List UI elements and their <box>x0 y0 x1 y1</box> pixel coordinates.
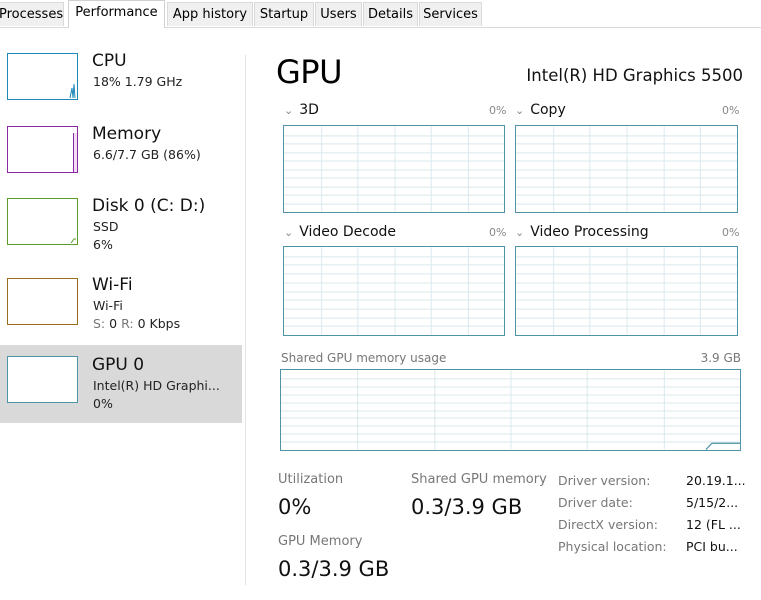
driver-date-value: 5/15/2... <box>686 495 739 510</box>
shared-memory-graph-label: Shared GPU memory usage <box>281 351 447 365</box>
chevron-down-icon: ⌄ <box>515 104 525 117</box>
tab-details[interactable]: Details <box>363 2 418 26</box>
memory-mini-graph <box>7 126 78 173</box>
sidebar-item-detail: SSD <box>93 219 119 234</box>
sidebar-item-title: Disk 0 (C: D:) <box>92 196 206 216</box>
shared-memory-graph-max: 3.9 GB <box>700 351 741 365</box>
sidebar-item-gpu[interactable]: GPU 0 Intel(R) HD Graphi... 0% <box>0 345 242 423</box>
physical-location-value: PCI bu... <box>686 539 738 554</box>
sidebar-item-usage: 6% <box>93 237 113 252</box>
sidebar-divider <box>245 55 246 585</box>
sidebar-item-wifi[interactable]: Wi-Fi Wi-Fi S: 0 R: 0 Kbps <box>0 267 242 345</box>
graph-grid <box>516 126 737 212</box>
sidebar-item-memory[interactable]: Memory 6.6/7.7 GB (86%) <box>0 115 242 193</box>
shared-memory-graph <box>280 369 741 451</box>
sidebar-item-title: Wi-Fi <box>92 275 133 295</box>
engine-percent: 0% <box>489 226 507 239</box>
graph-grid <box>284 247 504 335</box>
receive-label: R: <box>121 316 134 331</box>
engine-graph-video-processing <box>515 246 738 336</box>
engine-selector-video-processing[interactable]: ⌄ Video Processing <box>515 224 649 240</box>
physical-location-label: Physical location: <box>558 539 667 554</box>
shared-memory-value: 0.3/3.9 GB <box>411 495 523 519</box>
disk-mini-graph-line <box>70 238 76 243</box>
tab-processes[interactable]: Processes <box>0 2 64 26</box>
driver-date-label: Driver date: <box>558 495 633 510</box>
sidebar-item-disk[interactable]: Disk 0 (C: D:) SSD 6% <box>0 188 242 266</box>
tab-app-history[interactable]: App history <box>167 2 253 26</box>
disk-mini-graph <box>7 198 78 245</box>
engine-selector-copy[interactable]: ⌄ Copy <box>515 102 566 118</box>
receive-value: 0 Kbps <box>137 316 181 331</box>
tab-bar: Processes Performance App history Startu… <box>0 0 761 28</box>
chevron-down-icon: ⌄ <box>284 226 294 239</box>
chevron-down-icon: ⌄ <box>284 104 294 117</box>
send-value: 0 <box>109 316 118 331</box>
gpu-model-name: Intel(R) HD Graphics 5500 <box>526 66 743 85</box>
graph-grid <box>284 126 504 212</box>
gpu-mini-graph <box>7 356 78 403</box>
tab-startup[interactable]: Startup <box>254 2 314 26</box>
engine-graph-3d <box>283 125 505 213</box>
engine-label: Video Decode <box>299 224 397 240</box>
sidebar-item-usage: 0% <box>93 396 113 411</box>
engine-percent: 0% <box>722 226 740 239</box>
graph-grid <box>516 247 737 335</box>
sidebar-item-title: Memory <box>92 124 162 144</box>
gpu-memory-label: GPU Memory <box>278 534 363 549</box>
sidebar-item-detail: Wi-Fi <box>93 298 123 313</box>
sidebar-item-title: GPU 0 <box>92 355 145 375</box>
sidebar-item-throughput: S: 0 R: 0 Kbps <box>93 316 180 331</box>
directx-version-value: 12 (FL ... <box>686 517 741 532</box>
sidebar-item-detail: 6.6/7.7 GB (86%) <box>93 147 201 162</box>
cpu-mini-graph <box>7 53 78 100</box>
engine-label: Copy <box>530 102 566 118</box>
shared-memory-usage-polyline <box>705 442 740 450</box>
chevron-down-icon: ⌄ <box>515 226 525 239</box>
gpu-memory-value: 0.3/3.9 GB <box>278 557 390 581</box>
resource-sidebar: CPU 18% 1.79 GHz Memory 6.6/7.7 GB (86%)… <box>0 28 245 600</box>
driver-version-value: 20.19.1... <box>686 473 746 488</box>
page-title: GPU <box>276 53 343 91</box>
engine-selector-3d[interactable]: ⌄ 3D <box>284 102 319 118</box>
memory-mini-graph-fill <box>73 133 77 172</box>
tab-users[interactable]: Users <box>315 2 362 26</box>
engine-label: Video Processing <box>530 224 649 240</box>
utilization-value: 0% <box>278 495 312 519</box>
engine-selector-video-decode[interactable]: ⌄ Video Decode <box>284 224 396 240</box>
sidebar-item-title: CPU <box>92 51 127 71</box>
send-label: S: <box>93 316 106 331</box>
engine-graph-video-decode <box>283 246 505 336</box>
engine-graph-copy <box>515 125 738 213</box>
engine-percent: 0% <box>489 104 507 117</box>
utilization-label: Utilization <box>278 472 344 487</box>
tab-services[interactable]: Services <box>419 2 482 26</box>
cpu-mini-graph-line <box>69 83 76 98</box>
wifi-mini-graph <box>7 278 78 325</box>
shared-memory-usage-line <box>705 442 740 450</box>
shared-memory-label: Shared GPU memory <box>411 472 547 487</box>
engine-label: 3D <box>299 102 319 118</box>
tab-performance[interactable]: Performance <box>68 0 165 28</box>
engine-percent: 0% <box>722 104 740 117</box>
sidebar-item-cpu[interactable]: CPU 18% 1.79 GHz <box>0 42 242 120</box>
sidebar-item-detail: 18% 1.79 GHz <box>93 74 183 89</box>
driver-version-label: Driver version: <box>558 473 651 488</box>
directx-version-label: DirectX version: <box>558 517 658 532</box>
sidebar-item-detail: Intel(R) HD Graphi... <box>93 378 220 393</box>
